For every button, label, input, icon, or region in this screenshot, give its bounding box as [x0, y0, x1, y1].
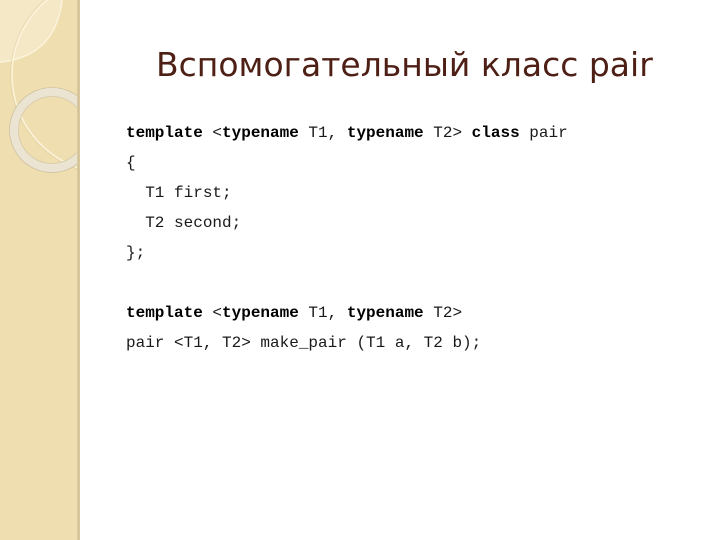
code-keyword: class — [471, 124, 520, 142]
code-text: T2> — [423, 304, 463, 322]
code-line: template <typename T1, typename T2> — [126, 298, 568, 328]
code-keyword: typename — [222, 124, 299, 142]
decorative-side-band — [0, 0, 80, 540]
code-text: T1, — [298, 124, 347, 142]
code-line: T1 first; — [126, 178, 568, 208]
slide-title: Вспомогательный класс pair — [156, 45, 653, 84]
code-line: { — [126, 148, 568, 178]
decorative-circles-icon — [0, 0, 79, 173]
code-text: < — [202, 124, 223, 142]
code-text: < — [202, 304, 223, 322]
code-text: T1 first; — [126, 184, 232, 202]
code-text: }; — [126, 244, 146, 262]
decor-thick-ring — [9, 87, 79, 173]
code-keyword: template — [126, 124, 203, 142]
code-text: { — [126, 154, 136, 172]
code-text: pair <T1, T2> make_pair (T1 a, T2 b); — [126, 334, 482, 352]
code-text: T2 second; — [126, 214, 242, 232]
band-edge — [77, 0, 79, 540]
code-block: template <typename T1, typename T2> clas… — [126, 118, 568, 358]
code-line: T2 second; — [126, 208, 568, 238]
code-text: T2> — [423, 124, 472, 142]
code-keyword: template — [126, 304, 203, 322]
code-line: pair <T1, T2> make_pair (T1 a, T2 b); — [126, 328, 568, 358]
code-text: pair — [519, 124, 568, 142]
code-text: T1, — [298, 304, 347, 322]
code-line: template <typename T1, typename T2> clas… — [126, 118, 568, 148]
code-keyword: typename — [346, 124, 424, 142]
code-keyword: typename — [346, 304, 424, 322]
code-keyword: typename — [222, 304, 299, 322]
code-line: }; — [126, 238, 568, 268]
